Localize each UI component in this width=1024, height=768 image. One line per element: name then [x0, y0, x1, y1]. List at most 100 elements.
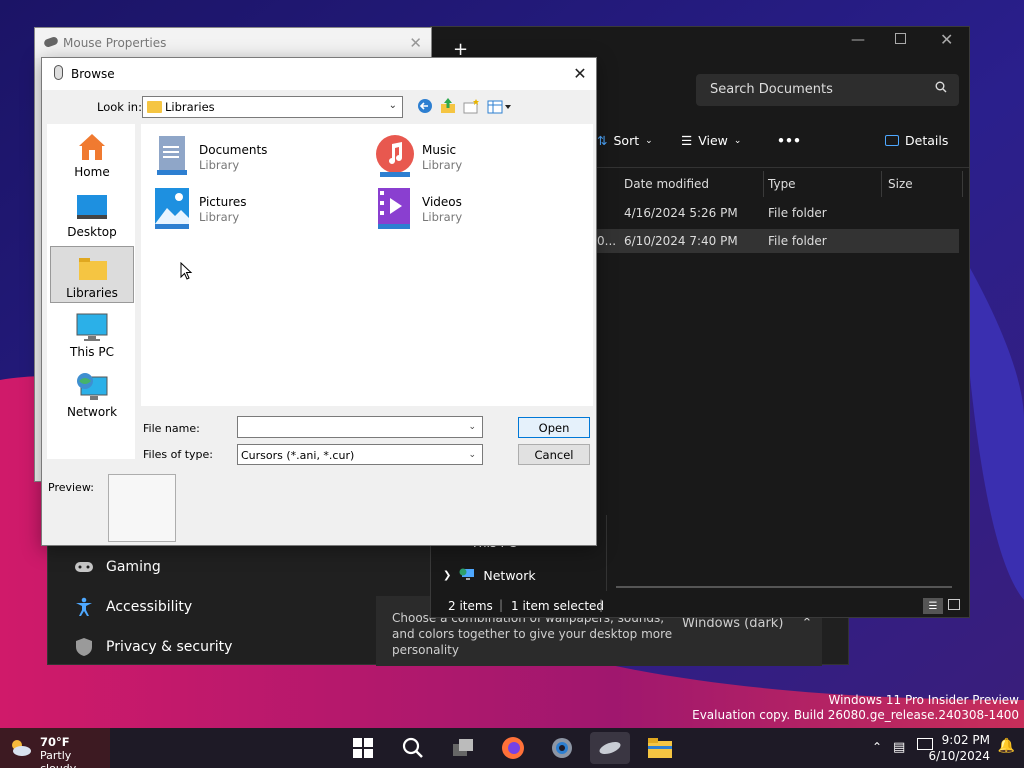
settings-nav-label: Gaming [106, 559, 161, 575]
library-documents[interactable]: Documents Library [141, 128, 341, 176]
accessibility-icon [74, 597, 94, 617]
preview-box [108, 474, 176, 542]
file-name-label: File name: [143, 422, 200, 435]
browse-title: Browse [71, 67, 115, 81]
look-in-dropdown[interactable]: Libraries ⌄ [142, 96, 403, 118]
insider-watermark: Windows 11 Pro Insider Preview Evaluatio… [692, 693, 1019, 722]
network-icon [459, 567, 475, 584]
library-videos[interactable]: Videos Library [364, 180, 564, 229]
partly-cloudy-icon [8, 736, 32, 762]
more-options-button[interactable]: ••• [777, 133, 801, 148]
details-view-icon[interactable]: ☰ [923, 598, 943, 614]
search-button[interactable] [393, 732, 433, 764]
column-header-size[interactable]: Size [888, 171, 963, 197]
mouse-pointer-icon [180, 262, 193, 280]
place-home[interactable]: Home [50, 126, 134, 183]
file-type-label: Files of type: [143, 448, 214, 461]
close-icon[interactable]: ✕ [409, 34, 422, 52]
tiles-view-icon[interactable] [948, 599, 960, 610]
firefox-button[interactable] [493, 732, 533, 764]
weather-widget[interactable]: 70°F Partly cloudy [0, 728, 110, 768]
nav-item-network[interactable]: ❯ Network [431, 567, 606, 584]
gear-icon [552, 738, 572, 758]
chevron-down-icon: ⌄ [388, 100, 397, 111]
settings-nav-accessibility[interactable]: Accessibility [74, 597, 192, 617]
file-type-select[interactable]: Cursors (*.ani, *.cur) ⌄ [237, 444, 483, 465]
horizontal-scrollbar[interactable] [616, 586, 952, 588]
this-pc-icon [76, 311, 108, 343]
gamepad-icon [74, 557, 94, 577]
close-icon[interactable]: ✕ [564, 58, 596, 88]
mouse-properties-taskbar-button[interactable] [590, 732, 630, 764]
file-list: Documents Library Music Library Pictures… [141, 124, 593, 406]
home-icon [76, 131, 108, 163]
file-explorer-button[interactable] [640, 732, 680, 764]
sort-button[interactable]: ⇅ Sort ⌄ [597, 133, 653, 148]
table-row[interactable]: 4/16/2024 5:26 PM File folder [597, 201, 959, 225]
browse-dialog: Browse ✕ Look in: Libraries ⌄ Home Deskt… [41, 57, 597, 546]
column-header-type[interactable]: Type [768, 171, 882, 197]
shield-icon [74, 637, 94, 657]
minimize-icon[interactable]: — [851, 32, 865, 48]
library-pictures[interactable]: Pictures Library [141, 180, 341, 229]
view-menu-icon[interactable] [487, 99, 513, 118]
browse-titlebar: Browse ✕ [42, 58, 596, 90]
search-icon [402, 737, 423, 758]
chevron-right-icon[interactable]: ❯ [443, 570, 451, 581]
music-icon [372, 134, 414, 177]
sort-icon: ⇅ [597, 133, 608, 148]
desktop-icon [76, 191, 108, 223]
preview-label: Preview: [48, 481, 94, 494]
pictures-icon [149, 186, 191, 229]
search-icon [935, 81, 947, 97]
place-this-pc[interactable]: This PC [50, 306, 134, 363]
view-icon: ☰ [681, 133, 693, 148]
task-view-button[interactable] [443, 732, 483, 764]
file-name-input[interactable]: ⌄ [237, 416, 483, 438]
details-pane-icon [885, 135, 899, 146]
column-header-date[interactable]: Date modified [624, 171, 764, 197]
close-icon[interactable]: ✕ [940, 30, 953, 49]
maximize-icon[interactable] [895, 33, 906, 44]
taskbar: 70°F Partly cloudy ⌃ ▤ 9:02 PM 6/10/2024… [0, 728, 1024, 768]
windows-icon [353, 738, 373, 758]
libraries-icon [77, 252, 109, 284]
cursor-file-icon [54, 65, 63, 80]
search-input[interactable]: Search Documents [696, 74, 959, 106]
up-folder-icon[interactable] [440, 97, 456, 118]
documents-icon [149, 134, 191, 176]
mouse-properties-title: Mouse Properties ✕ [35, 28, 431, 58]
cancel-button[interactable]: Cancel [518, 444, 590, 465]
chevron-down-icon: ⌄ [645, 135, 653, 146]
settings-nav-gaming[interactable]: Gaming [74, 557, 161, 577]
network-icon [76, 371, 108, 403]
settings-nav-label: Privacy & security [106, 639, 233, 655]
new-folder-icon[interactable] [463, 98, 480, 118]
library-music[interactable]: Music Library [364, 128, 564, 177]
places-bar: Home Desktop Libraries This PC Network [47, 124, 135, 459]
place-libraries[interactable]: Libraries [50, 246, 134, 303]
mouse-icon [599, 741, 621, 755]
network-status-icon[interactable]: ▤ [893, 740, 905, 755]
folder-icon [648, 738, 672, 758]
details-pane-button[interactable]: Details [885, 133, 948, 148]
status-bar: 2 items | 1 item selected | ☰ [431, 593, 969, 619]
firefox-icon [502, 737, 524, 759]
videos-icon [372, 186, 414, 229]
place-desktop[interactable]: Desktop [50, 186, 134, 243]
network-nav-label: Network [483, 568, 536, 583]
notification-bell-icon[interactable]: 🔔 [998, 738, 1015, 754]
view-button[interactable]: ☰ View ⌄ [681, 133, 741, 148]
place-network[interactable]: Network [50, 366, 134, 423]
system-clock[interactable]: 9:02 PM 6/10/2024 [928, 732, 990, 764]
back-icon[interactable] [417, 98, 433, 118]
open-button[interactable]: Open [518, 417, 590, 438]
table-row-selected[interactable]: 0... 6/10/2024 7:40 PM File folder [597, 229, 959, 253]
start-button[interactable] [343, 732, 383, 764]
settings-nav-privacy[interactable]: Privacy & security [74, 637, 232, 657]
settings-button[interactable] [542, 732, 582, 764]
chevron-down-icon: ⌄ [468, 422, 476, 432]
mouse-icon [43, 35, 59, 49]
chevron-up-icon[interactable]: ⌃ [872, 740, 882, 754]
folder-icon [147, 101, 162, 113]
